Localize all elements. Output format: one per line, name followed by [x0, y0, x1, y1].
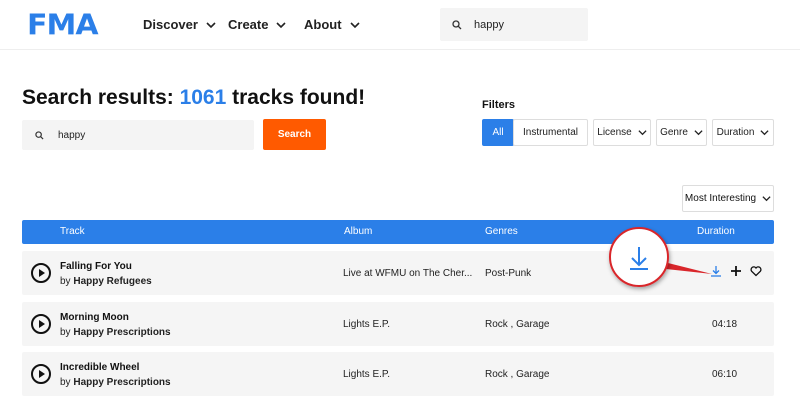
filter-all-label: All — [492, 127, 504, 138]
track-artist: by Happy Prescriptions — [60, 377, 171, 388]
artist-prefix: by — [60, 327, 74, 338]
nav-create[interactable]: Create — [228, 17, 287, 32]
filter-duration-label: Duration — [716, 127, 755, 138]
nav-about-label: About — [304, 17, 342, 32]
nav-about[interactable]: About — [304, 17, 360, 32]
track-artist: by Happy Refugees — [60, 276, 152, 287]
results-heading: Search results: 1061 tracks found! — [22, 86, 365, 110]
chevron-down-icon — [276, 21, 287, 28]
header-search-input[interactable] — [474, 18, 584, 31]
filter-instrumental[interactable]: Instrumental — [513, 119, 588, 146]
track-title[interactable]: Falling For You — [60, 261, 132, 272]
play-icon[interactable] — [31, 263, 51, 283]
track-title[interactable]: Morning Moon — [60, 312, 129, 323]
sort-select[interactable]: Most Interesting — [682, 185, 774, 212]
track-album[interactable]: Lights E.P. — [343, 319, 473, 330]
column-album: Album — [344, 226, 373, 237]
filter-instrumental-label: Instrumental — [522, 127, 579, 138]
filter-license[interactable]: License — [593, 119, 651, 146]
track-title[interactable]: Incredible Wheel — [60, 362, 139, 373]
track-album[interactable]: Live at WFMU on The Cher... — [343, 268, 473, 279]
play-icon[interactable] — [31, 314, 51, 334]
chevron-down-icon — [760, 130, 769, 136]
search-button[interactable]: Search — [263, 119, 326, 150]
column-genres: Genres — [485, 226, 518, 237]
results-count: 1061 — [179, 86, 227, 109]
table-row[interactable]: Incredible Wheel by Happy Prescriptions … — [22, 352, 774, 396]
track-album[interactable]: Lights E.P. — [343, 369, 473, 380]
results-suffix: tracks found! — [226, 86, 366, 109]
track-artist: by Happy Prescriptions — [60, 327, 171, 338]
filter-genre[interactable]: Genre — [656, 119, 707, 146]
nav-discover[interactable]: Discover — [143, 17, 216, 32]
filters-label: Filters — [482, 99, 516, 111]
track-duration: 06:10 — [712, 369, 738, 380]
artist-prefix: by — [60, 377, 74, 388]
download-icon[interactable] — [710, 265, 722, 277]
table-row[interactable]: Falling For You by Happy Refugees Live a… — [22, 251, 774, 295]
filter-duration[interactable]: Duration — [712, 119, 774, 146]
chevron-down-icon — [206, 21, 216, 28]
plus-icon[interactable] — [730, 265, 742, 277]
nav-discover-label: Discover — [143, 17, 198, 32]
artist-link[interactable]: Happy Refugees — [73, 276, 151, 287]
track-genres[interactable]: Rock , Garage — [485, 319, 549, 330]
results-prefix: Search results: — [22, 86, 180, 109]
artist-link[interactable]: Happy Prescriptions — [73, 327, 170, 338]
main-search — [22, 120, 254, 150]
sort-selected-label: Most Interesting — [684, 193, 757, 204]
fma-logo[interactable]: FMA — [27, 9, 99, 42]
filter-license-label: License — [597, 127, 632, 138]
track-genres[interactable]: Post-Punk — [485, 268, 531, 279]
table-row[interactable]: Morning Moon by Happy Prescriptions Ligh… — [22, 302, 774, 346]
search-icon — [452, 19, 462, 29]
chevron-down-icon — [349, 21, 360, 28]
main-search-input[interactable] — [58, 129, 228, 141]
column-duration: Duration — [697, 226, 735, 237]
chevron-down-icon — [638, 130, 647, 136]
header-search — [440, 8, 588, 41]
track-duration: 04:18 — [712, 319, 738, 330]
table-header: Track Album Genres Duration — [22, 220, 774, 244]
filter-all[interactable]: All — [482, 119, 514, 146]
chevron-down-icon — [762, 196, 771, 202]
search-icon — [35, 130, 44, 140]
chevron-down-icon — [694, 130, 703, 136]
track-genres[interactable]: Rock , Garage — [485, 369, 549, 380]
artist-link[interactable]: Happy Prescriptions — [73, 377, 170, 388]
column-track: Track — [60, 226, 85, 237]
heart-icon[interactable] — [750, 265, 762, 277]
filter-genre-label: Genre — [660, 127, 688, 138]
row-actions — [710, 265, 762, 277]
site-header: FMA Discover Create About — [0, 0, 800, 50]
nav-create-label: Create — [228, 17, 269, 32]
play-icon[interactable] — [31, 364, 51, 384]
artist-prefix: by — [60, 276, 74, 287]
